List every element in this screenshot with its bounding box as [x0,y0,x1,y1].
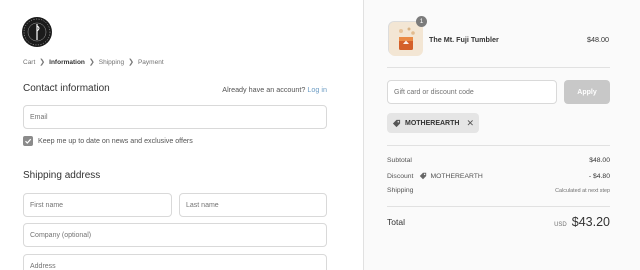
tumbler-image-icon [389,22,423,56]
subtotal-label: Subtotal [387,157,412,164]
contact-information-heading: Contact information [23,83,110,94]
divider [387,145,610,146]
discount-row: Discount MOTHEREARTH - $4.80 [387,172,610,180]
discount-placeholder: Gift card or discount code [394,88,474,96]
chevron-right-icon: ❯ [128,59,134,66]
store-logo[interactable] [22,17,52,47]
applied-discount-tag: MOTHEREARTH ✕ [387,113,479,133]
discount-label: Discount [387,172,414,180]
logo-emblem-icon [23,18,51,46]
chevron-right-icon: ❯ [39,59,46,66]
last-name-placeholder: Last name [186,201,219,209]
discount-value: - $4.80 [588,172,610,180]
product-price: $48.00 [587,35,609,44]
divider [387,67,610,68]
breadcrumb-information: Information [49,58,85,66]
shipping-value: Calculated at next step [555,187,610,194]
breadcrumb: Cart ❯ Information ❯ Shipping ❯ Payment [23,58,164,67]
discount-code-group: MOTHEREARTH [419,172,483,180]
company-field[interactable]: Company (optional) [23,223,327,247]
newsletter-checkbox[interactable] [23,136,33,146]
total-amount-group: USD $43.20 [554,215,610,229]
newsletter-label: Keep me up to date on news and exclusive… [38,137,193,145]
chevron-right-icon: ❯ [88,59,95,66]
quantity-badge: 1 [416,16,427,27]
subtotal-value: $48.00 [589,157,610,164]
order-summary-sidebar: 1 The Mt. Fuji Tumbler $48.00 Gift card … [363,0,640,270]
address-field[interactable]: Address [23,254,327,270]
shipping-row: Shipping Calculated at next step [387,187,610,194]
divider [387,206,610,207]
company-placeholder: Company (optional) [30,231,92,239]
breadcrumb-cart[interactable]: Cart [23,59,35,66]
checkmark-icon [25,138,32,144]
login-prompt: Already have an account? Log in [222,85,327,94]
currency-code: USD [554,222,567,228]
tag-icon [420,172,427,180]
total-amount: $43.20 [571,215,610,229]
email-placeholder: Email [30,113,48,121]
address-placeholder: Address [30,262,56,270]
shipping-label: Shipping [387,187,414,194]
remove-code-icon[interactable]: ✕ [466,118,474,129]
discount-code: MOTHEREARTH [430,172,483,180]
checkout-main: Cart ❯ Information ❯ Shipping ❯ Payment … [0,0,363,270]
subtotal-row: Subtotal $48.00 [387,157,610,164]
discount-label-group: Discount MOTHEREARTH [387,172,483,180]
product-thumbnail [388,21,423,56]
total-label: Total [387,217,405,227]
product-name: The Mt. Fuji Tumbler [429,35,499,44]
total-row: Total USD $43.20 [387,215,610,229]
last-name-field[interactable]: Last name [179,193,327,217]
first-name-field[interactable]: First name [23,193,172,217]
login-link[interactable]: Log in [307,85,327,94]
first-name-placeholder: First name [30,201,64,209]
applied-code-label: MOTHEREARTH [405,119,460,127]
email-field[interactable]: Email [23,105,327,129]
apply-button[interactable]: Apply [564,80,610,104]
account-prompt-text: Already have an account? [222,85,306,94]
tag-icon [392,119,401,127]
breadcrumb-shipping: Shipping [98,58,125,66]
newsletter-checkbox-row[interactable]: Keep me up to date on news and exclusive… [23,136,193,146]
breadcrumb-payment: Payment [137,58,164,66]
shipping-address-heading: Shipping address [23,170,101,181]
discount-code-input[interactable]: Gift card or discount code [387,80,557,104]
